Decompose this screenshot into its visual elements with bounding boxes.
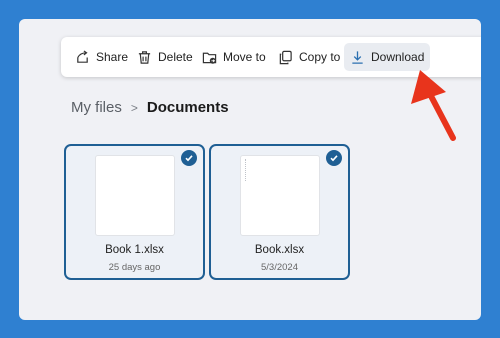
share-icon — [77, 49, 88, 63]
share-label: Share — [96, 50, 129, 64]
file-date: 25 days ago — [108, 262, 161, 273]
breadcrumb-separator-icon: > — [130, 100, 138, 115]
download-icon — [352, 50, 363, 64]
file-tile[interactable]: Book.xlsx 5/3/2024 — [209, 144, 350, 280]
move-folder-icon — [202, 52, 217, 64]
move-to-button[interactable]: Move to — [198, 43, 270, 71]
trash-icon — [138, 50, 151, 64]
delete-button[interactable]: Delete — [133, 43, 197, 71]
breadcrumb-root-link[interactable]: My files — [71, 99, 122, 116]
selected-checkmark-icon[interactable] — [326, 150, 342, 166]
breadcrumb: My files > Documents — [71, 99, 229, 116]
file-thumbnail — [95, 155, 175, 236]
copy-icon — [279, 50, 292, 64]
file-thumbnail — [240, 155, 320, 236]
command-bar: Share Delete Move to Copy to Download — [61, 37, 481, 77]
copy-to-button[interactable]: Copy to — [274, 43, 344, 71]
move-to-label: Move to — [223, 50, 266, 64]
file-date: 5/3/2024 — [261, 262, 298, 273]
share-button[interactable]: Share — [71, 43, 132, 71]
file-explorer-panel: Share Delete Move to Copy to Download My… — [19, 19, 481, 320]
copy-to-label: Copy to — [299, 50, 341, 64]
file-tile[interactable]: Book 1.xlsx 25 days ago — [64, 144, 205, 280]
breadcrumb-current: Documents — [146, 99, 229, 116]
download-label: Download — [371, 50, 425, 64]
delete-label: Delete — [158, 50, 193, 64]
download-button[interactable]: Download — [344, 43, 431, 71]
selected-checkmark-icon[interactable] — [181, 150, 197, 166]
file-name: Book 1.xlsx — [105, 244, 164, 256]
file-name: Book.xlsx — [254, 244, 305, 256]
